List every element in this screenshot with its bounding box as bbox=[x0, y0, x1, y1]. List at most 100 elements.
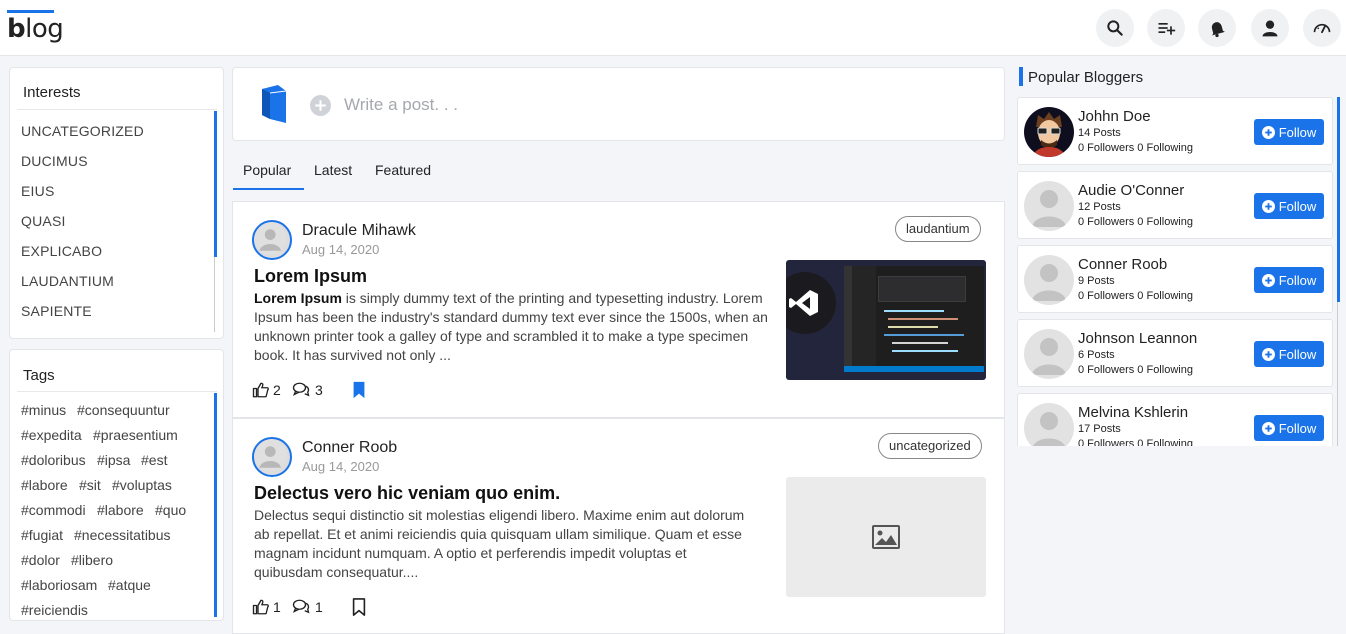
blogger-avatar[interactable] bbox=[1024, 403, 1074, 446]
interest-item[interactable]: QUASI bbox=[21, 213, 66, 229]
blogger-name[interactable]: Johnson Leannon bbox=[1078, 330, 1197, 347]
tag-item[interactable]: #labore bbox=[97, 502, 144, 518]
follow-button[interactable]: Follow bbox=[1254, 415, 1324, 441]
tab-latest[interactable]: Latest bbox=[314, 162, 352, 178]
tag-item[interactable]: #commodi bbox=[21, 502, 86, 518]
post-card[interactable]: Conner Roob Aug 14, 2020 uncategorized D… bbox=[232, 418, 1005, 634]
follow-button[interactable]: Follow bbox=[1254, 341, 1324, 367]
blogger-card[interactable]: Johnson Leannon 6 Posts 0 Followers 0 Fo… bbox=[1017, 319, 1333, 387]
write-post-placeholder[interactable]: Write a post. . . bbox=[344, 95, 458, 115]
category-pill[interactable]: laudantium bbox=[895, 216, 981, 242]
tag-item[interactable]: #voluptas bbox=[112, 477, 172, 493]
blogger-avatar[interactable] bbox=[1024, 329, 1074, 379]
author-avatar[interactable] bbox=[252, 437, 292, 477]
post-title[interactable]: Lorem Ipsum bbox=[254, 266, 367, 287]
blogger-card[interactable]: Conner Roob 9 Posts 0 Followers 0 Follow… bbox=[1017, 245, 1333, 313]
bookmark-filled-icon[interactable] bbox=[351, 381, 367, 399]
interest-item[interactable]: EXPLICABO bbox=[21, 243, 102, 259]
blogger-name[interactable]: Johhn Doe bbox=[1078, 108, 1151, 125]
blogger-name[interactable]: Audie O'Conner bbox=[1078, 182, 1184, 199]
divider bbox=[17, 391, 217, 392]
plus-circle-icon bbox=[1261, 125, 1275, 139]
blogger-card[interactable]: Johhn Doe 14 Posts 0 Followers 0 Followi… bbox=[1017, 97, 1333, 165]
blogger-post-count: 17 Posts bbox=[1078, 423, 1121, 435]
tab-featured[interactable]: Featured bbox=[375, 162, 431, 178]
interest-item[interactable]: LAUDANTIUM bbox=[21, 273, 114, 289]
tag-item[interactable]: #libero bbox=[71, 552, 113, 568]
post-title[interactable]: Delectus vero hic veniam quo enim. bbox=[254, 483, 560, 504]
tag-item[interactable]: #praesentium bbox=[93, 427, 178, 443]
blog-logo[interactable]: blog bbox=[7, 14, 64, 44]
interest-item[interactable]: DUCIMUS bbox=[21, 153, 88, 169]
tag-item[interactable]: #labore bbox=[21, 477, 68, 493]
post-card[interactable]: Dracule Mihawk Aug 14, 2020 laudantium L… bbox=[232, 201, 1005, 418]
like-button[interactable]: 2 bbox=[252, 381, 281, 399]
tag-item[interactable]: #fugiat bbox=[21, 527, 63, 543]
post-composer[interactable]: Write a post. . . bbox=[232, 67, 1005, 141]
plus-circle-icon[interactable] bbox=[310, 95, 331, 116]
interests-title: Interests bbox=[23, 84, 81, 101]
like-button[interactable]: 1 bbox=[252, 598, 281, 616]
tag-item[interactable]: #dolor bbox=[21, 552, 60, 568]
author-avatar[interactable] bbox=[252, 220, 292, 260]
plus-circle-icon bbox=[1261, 273, 1275, 287]
comment-count: 1 bbox=[315, 599, 323, 615]
section-accent-bar bbox=[1019, 67, 1023, 86]
tag-item[interactable]: #reiciendis bbox=[21, 602, 88, 618]
tag-item[interactable]: #ipsa bbox=[97, 452, 130, 468]
tag-item[interactable]: #est bbox=[141, 452, 167, 468]
comment-button[interactable]: 1 bbox=[290, 598, 323, 616]
blogger-name[interactable]: Melvina Kshlerin bbox=[1078, 404, 1188, 421]
interests-scrollbar[interactable] bbox=[214, 111, 217, 257]
tag-item[interactable]: #minus bbox=[21, 402, 66, 418]
vscode-icon bbox=[789, 290, 818, 316]
tags-scrollbar[interactable] bbox=[214, 393, 217, 617]
post-thumbnail-placeholder[interactable] bbox=[786, 477, 986, 597]
tab-popular[interactable]: Popular bbox=[243, 162, 291, 178]
blogger-card[interactable]: Audie O'Conner 12 Posts 0 Followers 0 Fo… bbox=[1017, 171, 1333, 239]
category-pill[interactable]: uncategorized bbox=[878, 433, 982, 459]
tag-item[interactable]: #doloribus bbox=[21, 452, 86, 468]
thumbs-up-icon bbox=[252, 382, 269, 398]
blogger-follow-stats: 0 Followers 0 Following bbox=[1078, 142, 1193, 154]
tag-item[interactable]: #quo bbox=[155, 502, 186, 518]
blogger-follow-stats: 0 Followers 0 Following bbox=[1078, 290, 1193, 302]
dashboard-button[interactable] bbox=[1303, 9, 1341, 47]
interest-item[interactable]: UNCATEGORIZED bbox=[21, 123, 144, 139]
blogger-avatar[interactable] bbox=[1024, 107, 1074, 157]
profile-button[interactable] bbox=[1251, 9, 1289, 47]
bloggers-scrollbar[interactable] bbox=[1337, 97, 1340, 302]
tag-item[interactable]: #sit bbox=[79, 477, 101, 493]
interest-item[interactable]: SAPIENTE bbox=[21, 303, 92, 319]
post-thumbnail[interactable] bbox=[786, 260, 986, 380]
blogger-name[interactable]: Conner Roob bbox=[1078, 256, 1167, 273]
comment-button[interactable]: 3 bbox=[290, 381, 323, 399]
blogger-follow-stats: 0 Followers 0 Following bbox=[1078, 216, 1193, 228]
search-button[interactable] bbox=[1096, 9, 1134, 47]
plus-circle-icon bbox=[1261, 347, 1275, 361]
follow-label: Follow bbox=[1278, 420, 1317, 436]
tag-item[interactable]: #necessitatibus bbox=[74, 527, 171, 543]
cartoon-avatar-icon bbox=[1032, 112, 1066, 157]
tag-item[interactable]: #atque bbox=[108, 577, 151, 593]
tag-item[interactable]: #laboriosam bbox=[21, 577, 97, 593]
blogger-follow-stats: 0 Followers 0 Following bbox=[1078, 438, 1193, 446]
bloggers-list: Johhn Doe 14 Posts 0 Followers 0 Followi… bbox=[1015, 95, 1340, 446]
follow-button[interactable]: Follow bbox=[1254, 193, 1324, 219]
blogger-avatar[interactable] bbox=[1024, 181, 1074, 231]
author-name[interactable]: Conner Roob bbox=[302, 439, 397, 457]
add-post-button[interactable] bbox=[1147, 9, 1185, 47]
default-avatar-icon bbox=[1033, 412, 1065, 446]
interest-item[interactable]: EIUS bbox=[21, 183, 54, 199]
notifications-button[interactable] bbox=[1198, 9, 1236, 47]
author-name[interactable]: Dracule Mihawk bbox=[302, 222, 416, 240]
tag-item[interactable]: #expedita bbox=[21, 427, 82, 443]
post-date: Aug 14, 2020 bbox=[302, 242, 380, 257]
tag-item[interactable]: #consequuntur bbox=[77, 402, 170, 418]
follow-button[interactable]: Follow bbox=[1254, 267, 1324, 293]
blogger-avatar[interactable] bbox=[1024, 255, 1074, 305]
follow-label: Follow bbox=[1278, 346, 1317, 362]
blogger-card[interactable]: Melvina Kshlerin 17 Posts 0 Followers 0 … bbox=[1017, 393, 1333, 446]
follow-button[interactable]: Follow bbox=[1254, 119, 1324, 145]
bookmark-outline-icon[interactable] bbox=[351, 598, 367, 616]
